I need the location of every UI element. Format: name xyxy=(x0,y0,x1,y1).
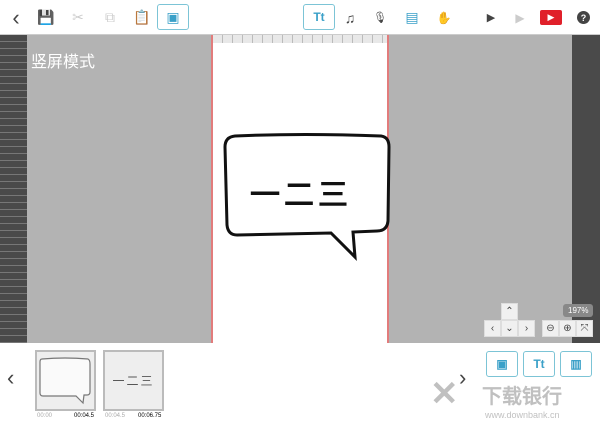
document-icon[interactable]: ▤ xyxy=(399,5,425,30)
text-button[interactable]: Tt xyxy=(303,4,335,30)
timeline-prev-button[interactable]: ‹ xyxy=(7,365,14,391)
image-button[interactable]: ▣ xyxy=(157,4,189,30)
paste-icon[interactable]: 📋 xyxy=(129,5,155,30)
mode-label: 竖屏模式 xyxy=(31,54,96,71)
music-icon[interactable]: ♫ xyxy=(337,5,363,30)
add-image-button[interactable]: ▣ xyxy=(486,351,518,377)
play-from-icon[interactable]: ▶ xyxy=(478,5,504,30)
cut-icon[interactable]: ✂ xyxy=(65,5,91,30)
frame-start-time: 00:04.5 xyxy=(105,413,126,419)
hand-icon[interactable]: ✋ xyxy=(431,5,457,30)
frame-start-time: 00:00 xyxy=(37,413,53,419)
zoom-out-button[interactable]: ⊖ xyxy=(542,320,559,337)
zoom-in-button[interactable]: ⊕ xyxy=(559,320,576,337)
help-icon[interactable]: ? xyxy=(577,11,590,24)
back-button[interactable]: ‹ xyxy=(3,5,29,30)
fit-screen-button[interactable]: ⤧ xyxy=(576,320,593,337)
frame-end-time: 00:06.75 xyxy=(138,413,162,419)
pan-right-button[interactable]: › xyxy=(518,320,535,337)
vertical-ruler xyxy=(0,35,27,343)
zoom-level: 197% xyxy=(563,304,594,317)
frame-thumbnail[interactable] xyxy=(35,350,96,411)
toolbar: ‹ 💾 ✂ ⧉ 📋 ▣ Tt ♫ 🎙 ▤ ✋ ▶ ▶ ▶ ? xyxy=(0,0,600,35)
add-text-button[interactable]: Tt xyxy=(523,351,555,377)
right-margin xyxy=(572,35,600,343)
mic-icon[interactable]: 🎙 xyxy=(367,5,393,30)
pan-up-button[interactable]: ⌃ xyxy=(501,303,518,320)
pan-down-button[interactable]: ⌄ xyxy=(501,320,518,337)
record-icon[interactable]: ▶ xyxy=(540,10,562,25)
frame-thumbnail[interactable]: 一二三 xyxy=(103,350,164,411)
save-icon[interactable]: 💾 xyxy=(33,5,59,30)
horizontal-ruler xyxy=(213,35,387,43)
copy-icon[interactable]: ⧉ xyxy=(97,5,123,30)
play-icon[interactable]: ▶ xyxy=(507,5,533,30)
watermark-url: www.downbank.cn xyxy=(485,410,560,420)
pan-left-button[interactable]: ‹ xyxy=(484,320,501,337)
timeline-next-button[interactable]: › xyxy=(459,365,466,391)
bubble-text[interactable]: 一二三 xyxy=(250,170,352,214)
frame-end-time: 00:04.5 xyxy=(74,413,95,419)
add-chart-button[interactable]: ▥ xyxy=(560,351,592,377)
